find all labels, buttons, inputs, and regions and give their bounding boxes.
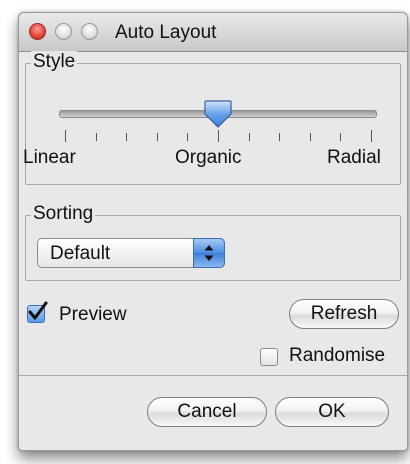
randomise-label[interactable]: Randomise: [289, 345, 385, 367]
slider-tick: [126, 133, 128, 141]
refresh-button[interactable]: Refresh: [289, 299, 399, 329]
slider-tick: [279, 133, 281, 141]
randomise-checkbox[interactable]: [260, 348, 278, 366]
zoom-window-button[interactable]: [81, 23, 98, 40]
title-bar[interactable]: Auto Layout: [19, 13, 407, 52]
slider-tick: [156, 133, 158, 141]
popup-arrows-icon: [193, 238, 225, 268]
cancel-button[interactable]: Cancel: [147, 397, 267, 427]
slider-tick: [340, 133, 342, 141]
preview-checkbox[interactable]: [27, 301, 48, 323]
minimize-window-button[interactable]: [55, 23, 72, 40]
sorting-group-label: Sorting: [31, 203, 96, 225]
sorting-popup-value: Default: [50, 243, 111, 264]
style-slider-thumb[interactable]: [203, 99, 233, 129]
footer-separator: [19, 375, 407, 376]
slider-tick: [371, 130, 372, 142]
close-window-button[interactable]: [29, 23, 46, 40]
auto-layout-window: Auto Layout Style Linear Organic Radial …: [18, 12, 408, 451]
slider-tick: [187, 133, 189, 141]
slider-tick: [65, 130, 66, 142]
slider-tick: [248, 133, 250, 141]
checkmark-icon: [28, 301, 48, 320]
slider-tick: [95, 133, 97, 141]
style-group-label: Style: [31, 51, 78, 73]
slider-label-radial: Radial: [327, 147, 381, 168]
slider-tick: [218, 130, 219, 142]
sorting-popup[interactable]: Default: [37, 238, 225, 268]
slider-tick: [309, 133, 311, 141]
ok-button[interactable]: OK: [275, 397, 389, 427]
slider-label-linear: Linear: [23, 147, 76, 168]
preview-label[interactable]: Preview: [59, 304, 127, 326]
slider-label-organic: Organic: [175, 147, 242, 168]
window-title: Auto Layout: [115, 22, 217, 43]
